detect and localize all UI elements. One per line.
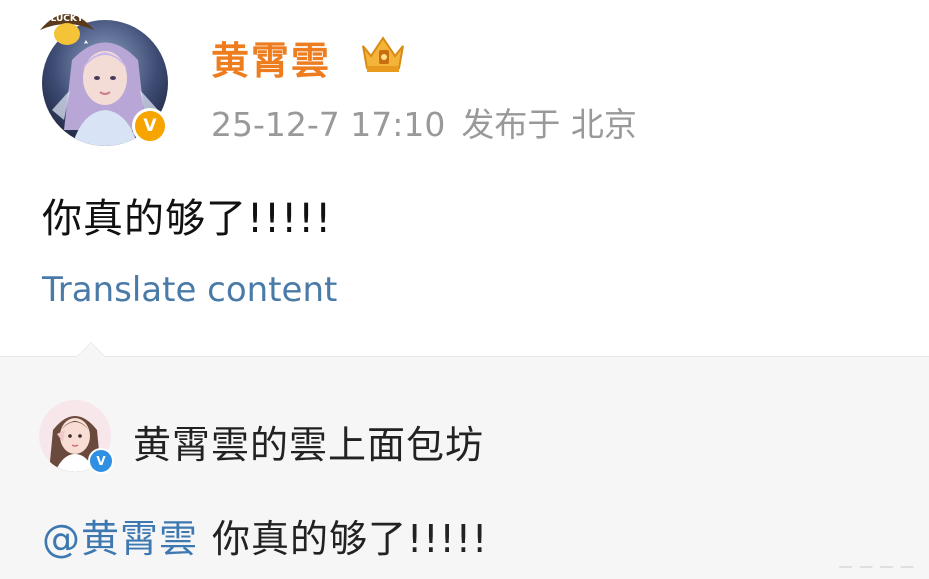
lucky-badge-icon: LUCKY xyxy=(36,4,98,48)
repost-notch xyxy=(76,342,106,357)
verified-gold-icon: V xyxy=(132,108,168,144)
post-meta: 25-12-7 17:10 发布于 北京 xyxy=(211,98,637,146)
crown-badge-icon xyxy=(357,32,409,76)
source-avatar-wrap[interactable]: V xyxy=(39,400,115,476)
watermark: — — — — xyxy=(838,559,915,575)
post-text: 你真的够了!!!!! xyxy=(42,196,333,242)
repost-text: @黄霄雲 你真的够了!!!!! xyxy=(42,508,488,563)
source-verified-mark: V xyxy=(96,454,106,468)
lucky-badge-text: LUCKY xyxy=(51,14,84,24)
author-name[interactable]: 黄霄雲 xyxy=(211,30,331,85)
weibo-post: LUCKY V 黄霄雲 25-12-7 17:10 发布于 北京 你真的够了!!!… xyxy=(0,0,929,356)
post-location: 发布于 北京 xyxy=(461,105,637,144)
verified-mark: V xyxy=(143,116,157,136)
post-timestamp: 25-12-7 17:10 xyxy=(211,105,446,144)
verified-blue-icon: V xyxy=(88,448,114,474)
source-account-name[interactable]: 黄霄雲的雲上面包坊 xyxy=(133,414,484,469)
repost-body: 你真的够了!!!!! xyxy=(212,517,489,561)
mention-link[interactable]: @黄霄雲 xyxy=(42,517,198,561)
author-avatar-wrap[interactable]: LUCKY V xyxy=(36,4,176,152)
translate-content-link[interactable]: Translate content xyxy=(42,270,337,310)
